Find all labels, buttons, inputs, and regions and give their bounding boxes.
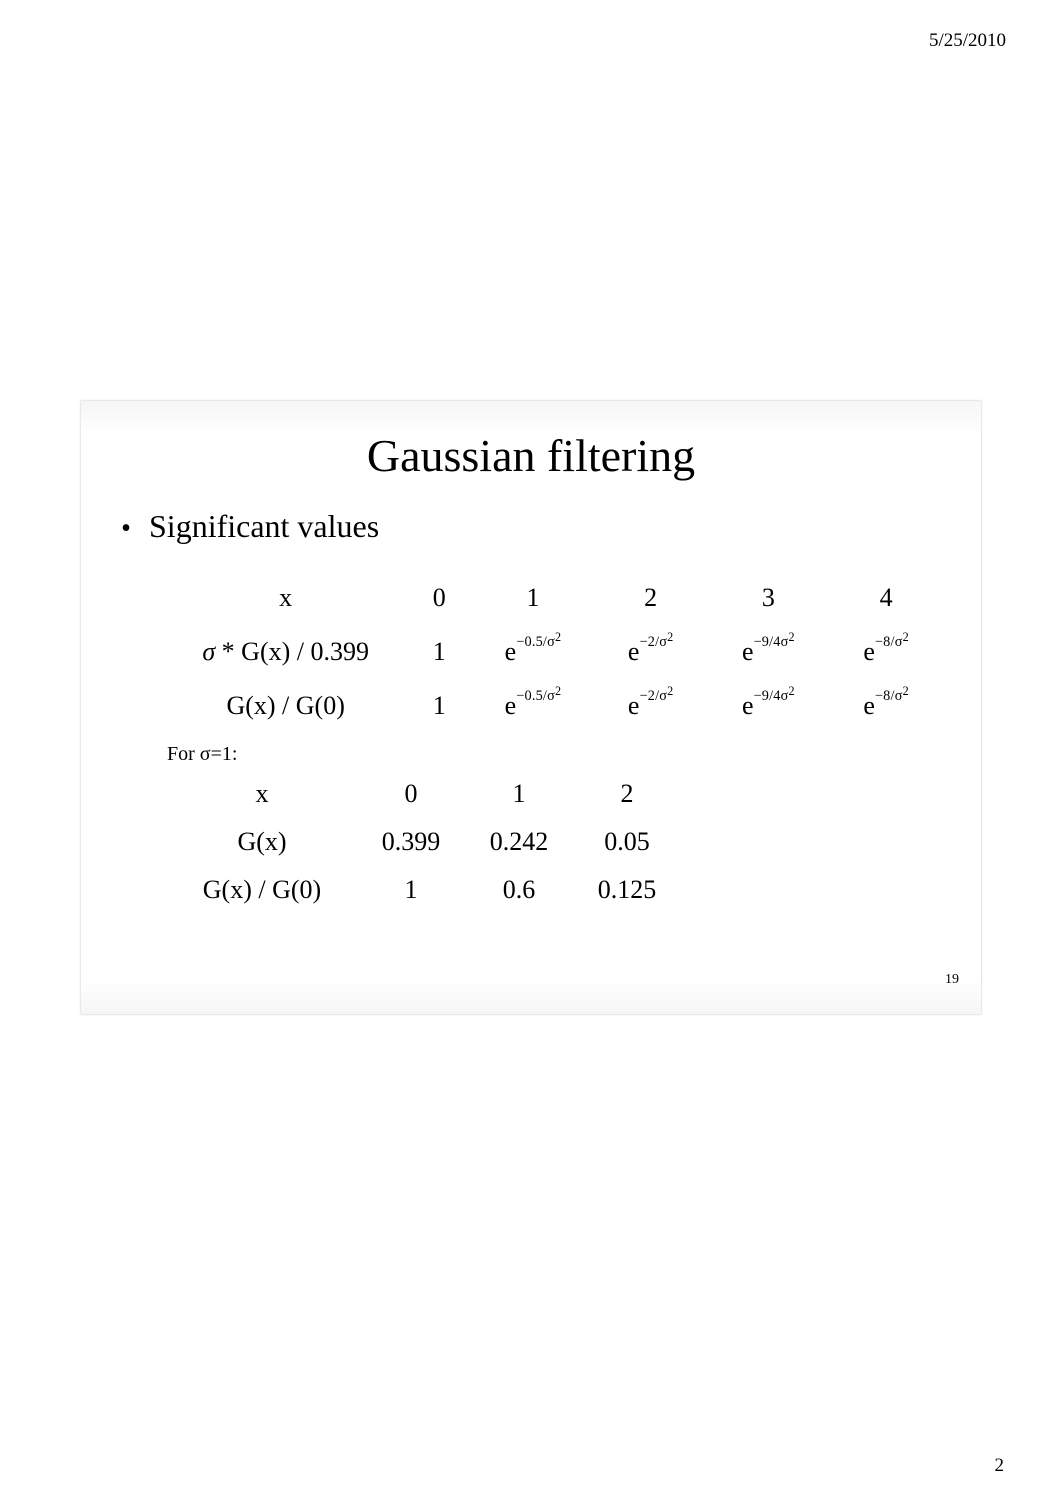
cell: 2 bbox=[592, 571, 710, 625]
cell: e−0.5/σ2 bbox=[474, 625, 592, 679]
cell: 0 bbox=[357, 770, 465, 818]
exponent-text: −0.5/σ bbox=[516, 688, 555, 704]
cell: 0.242 bbox=[465, 818, 573, 866]
exponent-text: −2/σ bbox=[639, 688, 667, 704]
cell: e−2/σ2 bbox=[592, 625, 710, 679]
cell: 2 bbox=[573, 770, 681, 818]
cell: e−9/4σ2 bbox=[710, 679, 828, 733]
cell-x-label: x bbox=[167, 571, 404, 625]
cell: 0.05 bbox=[573, 818, 681, 866]
cell: 3 bbox=[710, 571, 828, 625]
exponent-text: −9/4σ bbox=[754, 634, 789, 650]
sigma-symbol: σ bbox=[202, 637, 215, 666]
exponent-text: −0.5/σ bbox=[516, 634, 555, 650]
exponent-text: −9/4σ bbox=[754, 688, 789, 704]
bullet-dot-icon: • bbox=[117, 515, 135, 543]
table-row: G(x) 0.399 0.242 0.05 bbox=[167, 818, 681, 866]
exponent-text: −8/σ bbox=[875, 688, 903, 704]
cell: 1 bbox=[465, 770, 573, 818]
page-date: 5/25/2010 bbox=[929, 30, 1006, 52]
cell: e−9/4σ2 bbox=[710, 625, 828, 679]
table-row: x 0 1 2 3 4 bbox=[167, 571, 945, 625]
cell: e−8/σ2 bbox=[827, 625, 945, 679]
cell-row-label: σ * G(x) / 0.399 bbox=[167, 625, 404, 679]
cell: 1 bbox=[474, 571, 592, 625]
for-sigma-label: For σ=1: bbox=[167, 743, 945, 766]
table-row: σ * G(x) / 0.399 1 e−0.5/σ2 e−2/σ2 e−9/4… bbox=[167, 625, 945, 679]
cell: 1 bbox=[404, 625, 474, 679]
cell: 0.125 bbox=[573, 866, 681, 914]
cell: 0.6 bbox=[465, 866, 573, 914]
func-label: G(x) / 0.399 bbox=[241, 637, 369, 666]
slide-content: x 0 1 2 3 4 σ * G(x) / 0.399 1 e−0.5/σ2 … bbox=[167, 571, 945, 914]
slide-title: Gaussian filtering bbox=[117, 429, 945, 482]
cell-row-label: G(x) / G(0) bbox=[167, 679, 404, 733]
cell: 4 bbox=[827, 571, 945, 625]
exponent-text: −8/σ bbox=[875, 634, 903, 650]
table-row: G(x) / G(0) 1 e−0.5/σ2 e−2/σ2 e−9/4σ2 e−… bbox=[167, 679, 945, 733]
cell: 0 bbox=[404, 571, 474, 625]
cell: 1 bbox=[357, 866, 465, 914]
slide-card: Gaussian filtering • Significant values … bbox=[80, 400, 982, 1015]
star-symbol: * bbox=[222, 637, 235, 666]
slide-number: 19 bbox=[945, 972, 959, 988]
bullet-text: Significant values bbox=[149, 508, 379, 545]
table-general: x 0 1 2 3 4 σ * G(x) / 0.399 1 e−0.5/σ2 … bbox=[167, 571, 945, 733]
exponent-text: −2/σ bbox=[639, 634, 667, 650]
cell-x-label: x bbox=[167, 770, 357, 818]
cell: e−2/σ2 bbox=[592, 679, 710, 733]
cell-row-label: G(x) / G(0) bbox=[167, 866, 357, 914]
cell-row-label: G(x) bbox=[167, 818, 357, 866]
page-number: 2 bbox=[995, 1455, 1005, 1477]
table-row: G(x) / G(0) 1 0.6 0.125 bbox=[167, 866, 681, 914]
table-row: x 0 1 2 bbox=[167, 770, 681, 818]
bullet-item: • Significant values bbox=[117, 508, 945, 545]
cell: e−8/σ2 bbox=[827, 679, 945, 733]
cell: 1 bbox=[404, 679, 474, 733]
table-sigma1: x 0 1 2 G(x) 0.399 0.242 0.05 G(x) / G(0… bbox=[167, 770, 681, 914]
cell: 0.399 bbox=[357, 818, 465, 866]
cell: e−0.5/σ2 bbox=[474, 679, 592, 733]
